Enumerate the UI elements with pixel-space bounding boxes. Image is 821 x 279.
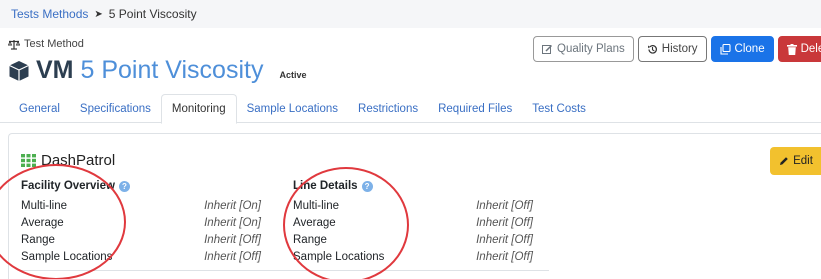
clone-button[interactable]: Clone: [710, 36, 774, 62]
row-value: Inherit [On]: [204, 216, 261, 229]
subtitle-text: Test Method: [24, 38, 84, 50]
row-label: Range: [21, 233, 55, 246]
tab-general[interactable]: General: [9, 94, 70, 123]
row-label: Range: [293, 233, 327, 246]
facility-row: Sample Locations Inherit [Off]: [21, 248, 261, 265]
title-name: 5 Point Viscosity: [80, 56, 264, 84]
facility-overview-heading: Facility Overview ?: [21, 180, 271, 192]
panel-title: DashPatrol: [21, 152, 115, 169]
edit-button[interactable]: Edit: [770, 147, 821, 175]
tab-bar: General Specifications Monitoring Sample…: [0, 94, 821, 124]
row-value: Inherit [Off]: [476, 233, 533, 246]
line-row: Range Inherit [Off]: [293, 231, 533, 248]
history-icon: [647, 44, 657, 54]
row-label: Multi-line: [293, 199, 340, 212]
edit-label: Edit: [793, 155, 813, 167]
balance-scale-icon: [8, 39, 20, 50]
history-label: History: [661, 43, 698, 55]
action-toolbar: Quality Plans History Clone Delete: [533, 36, 821, 62]
line-row: Sample Locations Inherit [Off]: [293, 248, 533, 265]
breadcrumb-current: 5 Point Viscosity: [108, 7, 197, 21]
facility-row: Multi-line Inherit [On]: [21, 197, 261, 214]
line-details-heading: Line Details ?: [293, 180, 543, 192]
grid-icon: [21, 154, 36, 167]
line-details-heading-text: Line Details: [293, 180, 358, 192]
row-value: Inherit [Off]: [476, 199, 533, 212]
history-button[interactable]: History: [637, 36, 707, 62]
title-code: VM: [36, 56, 74, 84]
breadcrumb-parent-link[interactable]: Tests Methods: [11, 7, 88, 21]
row-label: Average: [21, 216, 64, 229]
facility-row: Range Inherit [Off]: [21, 231, 261, 248]
breadcrumb: Tests Methods ➤ 5 Point Viscosity: [0, 0, 821, 28]
line-row: Average Inherit [Off]: [293, 214, 533, 231]
tab-restrictions[interactable]: Restrictions: [348, 94, 428, 123]
panel-title-text: DashPatrol: [41, 152, 116, 169]
row-label: Average: [293, 216, 336, 229]
delete-label: Delete: [800, 43, 821, 55]
line-row: Multi-line Inherit [Off]: [293, 197, 533, 214]
facility-row: Average Inherit [On]: [21, 214, 261, 231]
row-value: Inherit [Off]: [476, 216, 533, 229]
divider: [21, 270, 549, 271]
row-label: Sample Locations: [293, 250, 385, 263]
row-label: Multi-line: [21, 199, 68, 212]
facility-overview-heading-text: Facility Overview: [21, 180, 115, 192]
status-badge: Active: [279, 69, 307, 80]
row-value: Inherit [Off]: [204, 250, 261, 263]
row-value: Inherit [Off]: [204, 233, 261, 246]
tab-sample-locations[interactable]: Sample Locations: [237, 94, 348, 123]
tab-monitoring[interactable]: Monitoring: [160, 94, 237, 124]
monitoring-panel: DashPatrol Edit Facility Overview ? Mult…: [8, 133, 821, 279]
quality-plans-label: Quality Plans: [557, 43, 625, 55]
clone-label: Clone: [734, 43, 765, 55]
copy-icon: [719, 43, 731, 55]
row-label: Sample Locations: [21, 250, 113, 263]
tab-test-costs[interactable]: Test Costs: [522, 94, 596, 123]
page-subtitle: Test Method: [8, 38, 306, 50]
tab-specifications[interactable]: Specifications: [70, 94, 161, 123]
page-title: VM 5 Point Viscosity Active: [8, 56, 306, 85]
trash-icon: [786, 43, 797, 55]
quality-plans-button[interactable]: Quality Plans: [533, 36, 634, 62]
delete-button[interactable]: Delete: [777, 36, 821, 62]
pencil-icon: [780, 157, 788, 165]
row-value: Inherit [Off]: [476, 250, 533, 263]
cube-icon: [9, 60, 29, 81]
pencil-square-icon: [542, 44, 553, 54]
line-details-section: Line Details ? Multi-line Inherit [Off] A…: [293, 180, 543, 265]
page-header: Test Method VM 5 Point Viscosity Active: [8, 38, 306, 85]
row-value: Inherit [On]: [204, 199, 261, 212]
facility-overview-section: Facility Overview ? Multi-line Inherit [O…: [21, 180, 271, 265]
question-circle-icon[interactable]: ?: [361, 180, 373, 192]
breadcrumb-separator-icon: ➤: [94, 8, 103, 20]
tab-required-files[interactable]: Required Files: [428, 94, 522, 123]
question-circle-icon[interactable]: ?: [118, 180, 130, 192]
